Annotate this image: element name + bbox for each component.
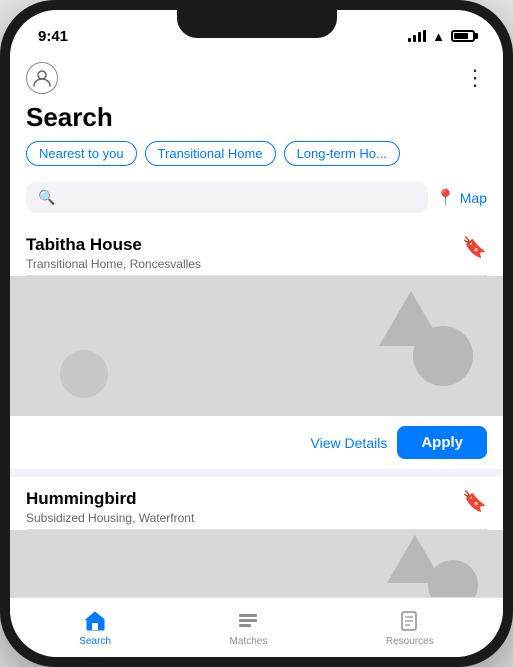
signal-icon: [408, 30, 426, 42]
filter-chip-transitional[interactable]: Transitional Home: [145, 141, 276, 166]
card-header-tabitha: Tabitha House Transitional Home, Roncesv…: [10, 223, 503, 275]
notch: [177, 10, 337, 38]
battery-icon: [451, 30, 475, 42]
status-icons: ▲: [408, 29, 475, 44]
status-time: 9:41: [38, 28, 68, 45]
search-box[interactable]: 🔍: [26, 182, 428, 213]
home-icon: [83, 609, 107, 633]
map-label: Map: [460, 190, 487, 206]
nav-label-matches: Matches: [230, 636, 268, 647]
search-icon: 🔍: [38, 189, 55, 206]
map-button[interactable]: 📍 Map: [436, 188, 487, 208]
search-row: 🔍 📍 Map: [10, 176, 503, 223]
bookmark-icon-tabitha[interactable]: 🔖: [462, 235, 487, 260]
nav-item-matches[interactable]: Matches: [230, 609, 268, 647]
bookmark-icon-hummingbird[interactable]: 🔖: [462, 489, 487, 514]
filter-chip-longterm[interactable]: Long-term Ho...: [284, 141, 400, 166]
card-info-tabitha: Tabitha House Transitional Home, Roncesv…: [26, 235, 201, 271]
card-header-hummingbird: Hummingbird Subsidized Housing, Waterfro…: [10, 477, 503, 529]
view-details-button-tabitha[interactable]: View Details: [311, 435, 388, 451]
scroll-area: Tabitha House Transitional Home, Roncesv…: [10, 223, 503, 657]
phone-screen: 9:41 ▲: [10, 10, 503, 657]
nav-label-search: Search: [79, 636, 111, 647]
card-title-hummingbird: Hummingbird: [26, 489, 194, 509]
wifi-icon: ▲: [432, 29, 445, 44]
filter-chip-nearest[interactable]: Nearest to you: [26, 141, 137, 166]
card-title-tabitha: Tabitha House: [26, 235, 201, 255]
card-image-tabitha: [10, 276, 503, 416]
avatar[interactable]: [26, 62, 58, 94]
nav-item-resources[interactable]: Resources: [386, 609, 434, 647]
matches-icon: [236, 609, 260, 633]
page-title: Search: [10, 98, 503, 141]
card-info-hummingbird: Hummingbird Subsidized Housing, Waterfro…: [26, 489, 194, 525]
app-content: ⋮ Search Nearest to you Transitional Hom…: [10, 54, 503, 657]
phone-frame: 9:41 ▲: [0, 0, 513, 667]
listing-card-hummingbird: Hummingbird Subsidized Housing, Waterfro…: [10, 477, 503, 610]
card-actions-tabitha: View Details Apply: [10, 416, 503, 469]
nav-label-resources: Resources: [386, 636, 434, 647]
listing-card-tabitha: Tabitha House Transitional Home, Roncesv…: [10, 223, 503, 469]
card-subtitle-tabitha: Transitional Home, Roncesvalles: [26, 257, 201, 271]
card-subtitle-hummingbird: Subsidized Housing, Waterfront: [26, 511, 194, 525]
resources-icon: [398, 609, 422, 633]
nav-item-search[interactable]: Search: [79, 609, 111, 647]
map-pin-icon: 📍: [436, 188, 456, 208]
more-options-icon[interactable]: ⋮: [464, 65, 487, 91]
bottom-nav: Search Matches: [10, 597, 503, 657]
top-nav: ⋮: [10, 54, 503, 98]
filter-chips: Nearest to you Transitional Home Long-te…: [10, 141, 503, 176]
apply-button-tabitha[interactable]: Apply: [397, 426, 487, 459]
